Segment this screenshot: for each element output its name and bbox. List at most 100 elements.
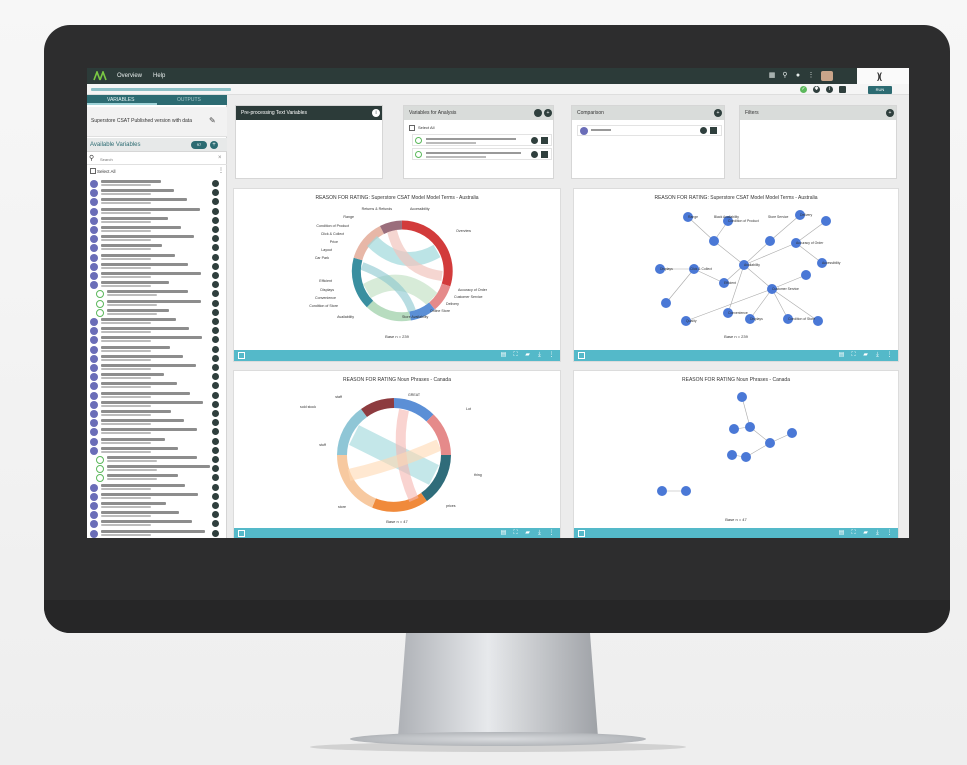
analysis-variable-chip[interactable] <box>412 134 552 146</box>
app-logo[interactable] <box>93 71 107 81</box>
info-icon[interactable] <box>212 483 219 491</box>
delete-icon[interactable] <box>541 137 548 144</box>
network-node[interactable] <box>661 298 671 308</box>
tab-outputs[interactable]: OUTPUTS <box>177 97 201 103</box>
info-icon[interactable] <box>212 299 219 307</box>
variable-list-item[interactable] <box>87 464 227 474</box>
variable-list-item[interactable] <box>87 501 227 510</box>
table-icon[interactable]: ▤ <box>500 530 507 537</box>
info-icon[interactable] <box>212 529 219 537</box>
comment-icon[interactable]: ▰ <box>862 352 869 359</box>
info-icon[interactable] <box>212 354 219 362</box>
plus-icon[interactable]: + <box>714 109 722 117</box>
variable-list-item[interactable] <box>87 253 227 262</box>
info-icon[interactable] <box>212 474 219 482</box>
variable-list-item[interactable] <box>87 529 227 538</box>
info-icon[interactable] <box>212 391 219 399</box>
variable-list-item[interactable] <box>87 381 227 391</box>
breadcrumb[interactable] <box>91 88 231 91</box>
select-all-checkbox[interactable] <box>90 168 96 174</box>
info-icon[interactable] <box>212 456 219 463</box>
kebab-icon[interactable]: ⋮ <box>886 352 893 359</box>
variable-list-item[interactable] <box>87 391 227 400</box>
info-icon[interactable] <box>212 437 219 445</box>
search-icon[interactable]: ⚲ <box>781 72 789 80</box>
select-all-checkbox[interactable] <box>409 125 415 131</box>
variable-list-item[interactable] <box>87 308 227 317</box>
close-icon[interactable]: × <box>218 155 222 161</box>
expand-icon[interactable]: ⛶ <box>850 530 857 537</box>
select-checkbox[interactable] <box>238 352 245 359</box>
variable-list-item[interactable] <box>87 197 227 207</box>
info-icon[interactable] <box>212 207 219 215</box>
download-icon[interactable]: ⤓ <box>874 352 881 359</box>
expand-icon[interactable]: ⛶ <box>512 352 519 359</box>
delete-icon[interactable] <box>710 127 717 134</box>
analysis-variable-chip[interactable] <box>412 148 552 160</box>
info-icon[interactable] <box>212 465 219 473</box>
grid-icon[interactable]: ▦ <box>768 72 776 80</box>
comment-icon[interactable]: ▰ <box>862 530 869 537</box>
kebab-icon[interactable]: ⋮ <box>548 352 555 359</box>
info-icon[interactable] <box>212 290 219 298</box>
info-icon[interactable] <box>212 428 219 436</box>
network-node[interactable] <box>801 270 811 280</box>
document-icon[interactable] <box>839 86 846 93</box>
info-icon[interactable] <box>212 520 219 528</box>
variable-list-item[interactable] <box>87 446 227 455</box>
delete-icon[interactable] <box>541 151 548 158</box>
chat-icon[interactable] <box>534 109 542 117</box>
status-ok-icon[interactable]: ✓ <box>800 86 807 93</box>
variable-list-item[interactable] <box>87 207 227 216</box>
variable-list-item[interactable] <box>87 326 227 336</box>
table-icon[interactable]: ▤ <box>838 530 845 537</box>
info-icon[interactable] <box>212 419 219 427</box>
variable-list-item[interactable] <box>87 363 227 372</box>
chord-diagram[interactable] <box>234 385 562 521</box>
info-icon[interactable] <box>212 446 219 454</box>
info-icon[interactable] <box>212 180 219 187</box>
network-node[interactable] <box>765 236 775 246</box>
info-icon[interactable] <box>212 216 219 224</box>
run-button[interactable]: RUN <box>868 86 892 94</box>
variable-list-item[interactable] <box>87 216 227 225</box>
avatar[interactable] <box>821 71 833 81</box>
table-icon[interactable]: ▤ <box>500 352 507 359</box>
info-icon[interactable] <box>212 318 219 325</box>
info-icon[interactable] <box>212 502 219 509</box>
info-icon[interactable] <box>212 189 219 197</box>
info-icon[interactable] <box>212 492 219 500</box>
kebab-icon[interactable]: ⋮ <box>886 530 893 537</box>
variable-list-item[interactable] <box>87 289 227 299</box>
expand-icon[interactable]: ⛶ <box>512 530 519 537</box>
add-icon[interactable]: + <box>210 141 218 149</box>
info-icon[interactable] <box>212 345 219 353</box>
variable-list-item[interactable] <box>87 179 227 188</box>
kebab-icon[interactable]: ⋮ <box>548 530 555 537</box>
download-icon[interactable]: ⤓ <box>536 530 543 537</box>
variable-list-item[interactable] <box>87 400 227 409</box>
plus-icon[interactable]: + <box>886 109 894 117</box>
kebab-icon[interactable]: ⋮ <box>807 72 815 80</box>
variable-list-item[interactable] <box>87 492 227 501</box>
info-icon[interactable] <box>212 244 219 252</box>
info-icon[interactable] <box>531 151 538 158</box>
bell-icon[interactable]: ● <box>794 72 802 80</box>
variable-list-item[interactable] <box>87 225 227 234</box>
comment-icon[interactable]: ▰ <box>524 530 531 537</box>
variable-list-item[interactable] <box>87 299 227 308</box>
download-icon[interactable]: ⤓ <box>874 530 881 537</box>
variable-list-item[interactable] <box>87 483 227 492</box>
info-icon[interactable] <box>212 198 219 206</box>
variable-list-item[interactable] <box>87 335 227 345</box>
select-checkbox[interactable] <box>578 352 585 359</box>
select-checkbox[interactable] <box>578 530 585 537</box>
network-node[interactable] <box>821 216 831 226</box>
info-icon[interactable] <box>212 253 219 261</box>
info-icon[interactable] <box>212 336 219 344</box>
variable-list-item[interactable] <box>87 354 227 363</box>
gear-icon[interactable]: ✱ <box>813 86 820 93</box>
chord-diagram[interactable] <box>234 203 562 343</box>
variable-list-item[interactable] <box>87 317 227 326</box>
dataset-selector[interactable]: Superstore CSAT Published version with d… <box>87 107 227 137</box>
